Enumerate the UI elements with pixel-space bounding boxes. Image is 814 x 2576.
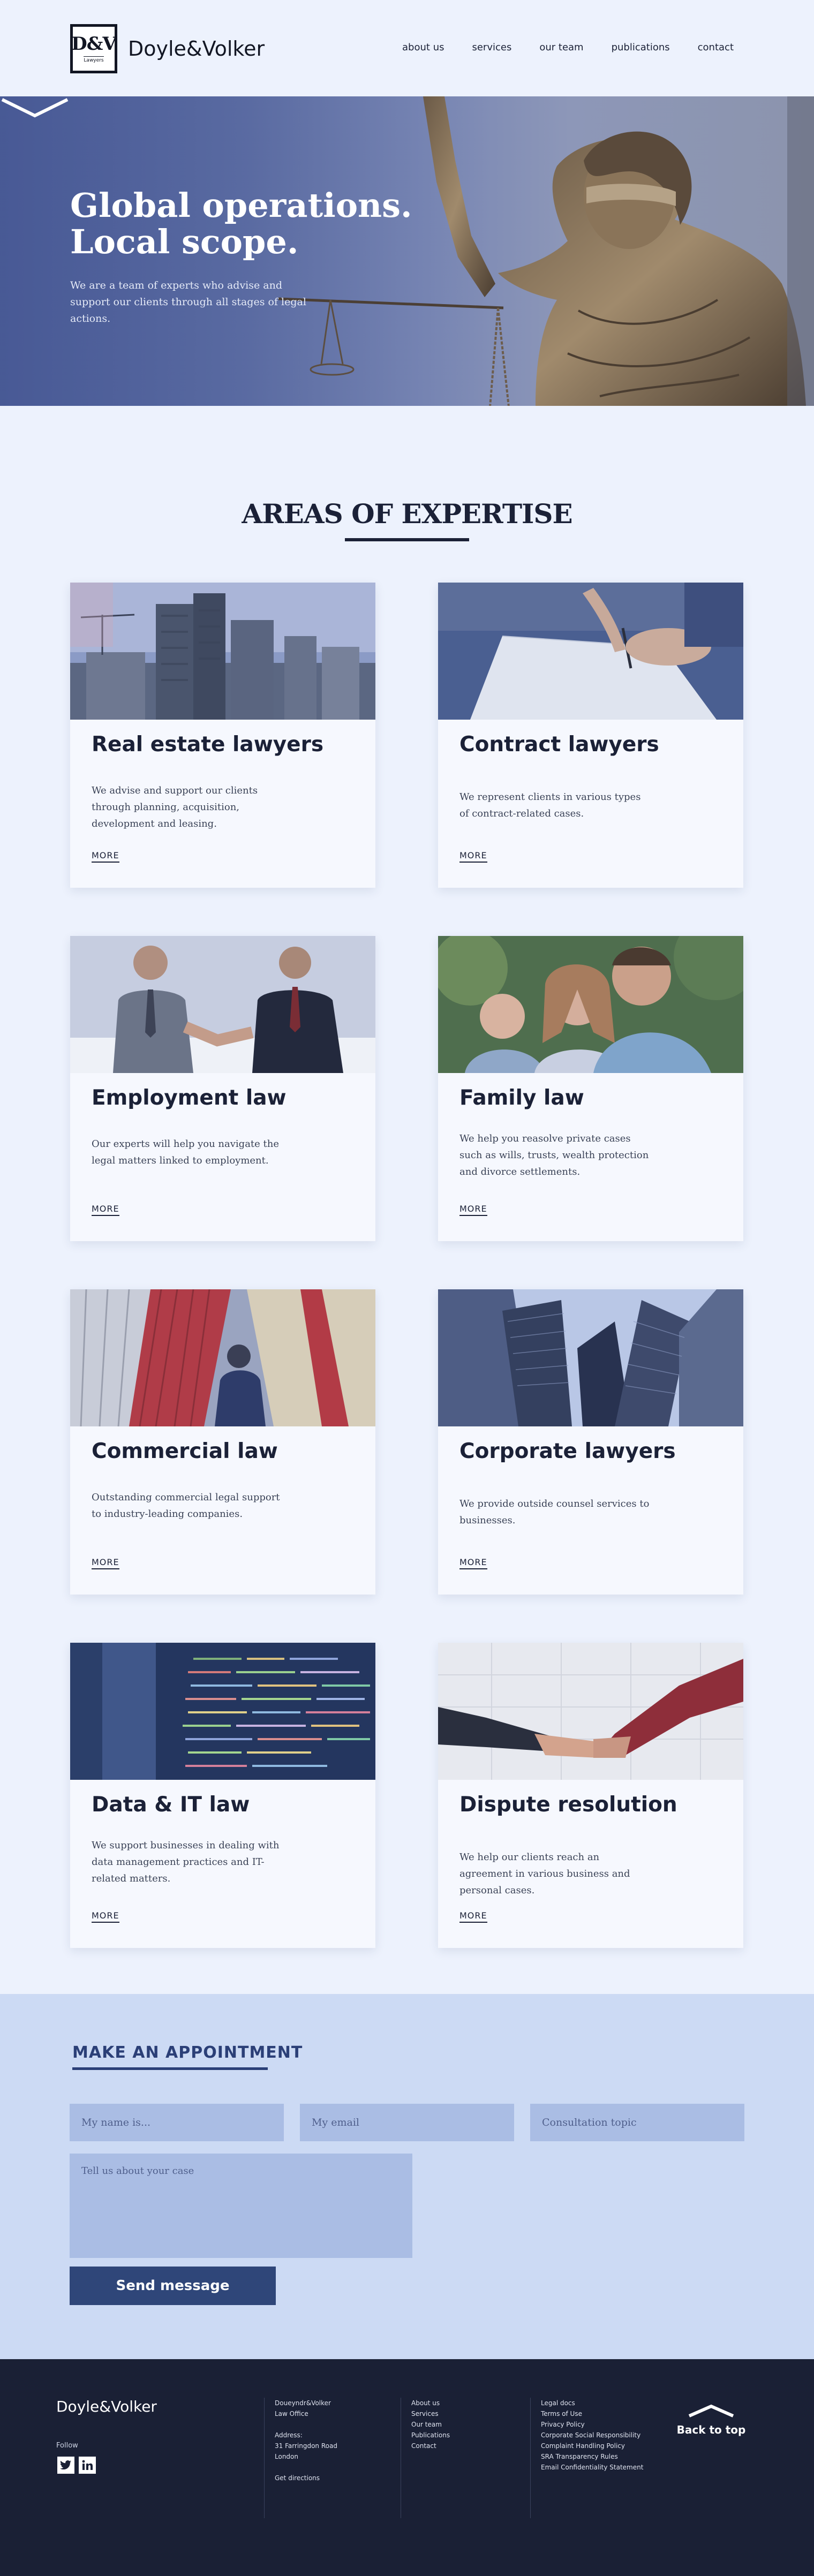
more-link[interactable]: MORE: [92, 1910, 119, 1923]
more-link[interactable]: MORE: [459, 1557, 487, 1569]
site-footer: Doyle&Volker Follow Doueyndr&Volker Law …: [0, 2359, 814, 2576]
legal-link[interactable]: Privacy Policy: [541, 2419, 643, 2430]
email-input[interactable]: My email: [300, 2104, 514, 2141]
nav-our-team[interactable]: our team: [539, 42, 583, 53]
section-underline: [345, 538, 469, 541]
footer-legal: Legal docs Terms of Use Privacy Policy C…: [541, 2398, 643, 2473]
card-title: Employment law: [92, 1086, 287, 1110]
signing-contract-image: [438, 583, 743, 720]
appointment-underline: [72, 2067, 268, 2070]
appointment-section: MAKE AN APPOINTMENT My name is... My ema…: [0, 1994, 814, 2359]
hero-title: Global operations. Local scope.: [70, 186, 412, 261]
card-text: Our experts will help you navigate the l…: [92, 1138, 280, 1166]
footer-links: About us Services Our team Publications …: [411, 2398, 450, 2451]
footer-link-services[interactable]: Services: [411, 2408, 450, 2419]
code-screen-image: [70, 1643, 375, 1780]
business-handshake-image: [70, 936, 375, 1073]
footer-divider: [264, 2398, 265, 2518]
more-link[interactable]: MORE: [459, 1204, 487, 1216]
hero-subtitle: We are a team of experts who advise and …: [70, 279, 306, 324]
family-portrait-image: [438, 936, 743, 1073]
footer-link-publications[interactable]: Publications: [411, 2430, 450, 2441]
site-header: D&V Lawyers Doyle&Volker about us servic…: [0, 0, 814, 96]
card-employment: Employment law Our experts will help you…: [70, 936, 375, 1241]
linkedin-icon[interactable]: [79, 2457, 96, 2474]
construction-site-image: [70, 583, 375, 720]
hero-banner: Global operations. Local scope. We are a…: [0, 96, 814, 406]
card-text: We represent clients in various types of…: [459, 791, 641, 819]
card-text: We help you reasolve private cases such …: [459, 1133, 649, 1177]
logo-mark: D&V Lawyers: [70, 24, 117, 73]
back-to-top-button[interactable]: Back to top: [676, 2403, 747, 2436]
nav-contact[interactable]: contact: [698, 42, 734, 53]
section-title-expertise: AREAS OF EXPERTISE: [242, 498, 572, 530]
footer-link-contact[interactable]: Contact: [411, 2441, 450, 2451]
main-nav: about us services our team publications …: [374, 42, 734, 53]
card-text: We support businesses in dealing with da…: [92, 1840, 280, 1884]
legal-link[interactable]: Email Confidentiality Statement: [541, 2462, 643, 2473]
card-text: We advise and support our clients throug…: [92, 785, 258, 829]
more-link[interactable]: MORE: [459, 1910, 487, 1923]
card-title: Corporate lawyers: [459, 1439, 676, 1463]
chevron-down-icon[interactable]: [0, 96, 70, 120]
legal-link[interactable]: Complaint Handling Policy: [541, 2441, 643, 2451]
footer-office: Doueyndr&Volker Law Office Address: 31 F…: [275, 2398, 337, 2483]
card-dispute: Dispute resolution We help our clients r…: [438, 1643, 743, 1948]
card-corporate: Corporate lawyers We provide outside cou…: [438, 1289, 743, 1595]
legal-docs-heading: Legal docs: [541, 2399, 575, 2407]
footer-link-about[interactable]: About us: [411, 2398, 450, 2408]
follow-label: Follow: [56, 2442, 78, 2450]
card-contract: Contract lawyers We represent clients in…: [438, 583, 743, 888]
card-commercial: Commercial law Outstanding commercial le…: [70, 1289, 375, 1595]
card-title: Data & IT law: [92, 1793, 250, 1817]
footer-link-team[interactable]: Our team: [411, 2419, 450, 2430]
more-link[interactable]: MORE: [459, 850, 487, 863]
legal-link[interactable]: Corporate Social Responsibility: [541, 2430, 643, 2441]
agreement-handshake-image: [438, 1643, 743, 1780]
site-logo[interactable]: D&V Lawyers Doyle&Volker: [70, 24, 265, 73]
appointment-title: MAKE AN APPOINTMENT: [72, 2043, 303, 2062]
nav-publications[interactable]: publications: [612, 42, 670, 53]
card-title: Commercial law: [92, 1439, 278, 1463]
card-data-it: Data & IT law We support businesses in d…: [70, 1643, 375, 1948]
message-textarea[interactable]: Tell us about your case: [70, 2154, 412, 2258]
footer-divider: [530, 2398, 531, 2518]
more-link[interactable]: MORE: [92, 1557, 119, 1569]
card-real-estate: Real estate lawyers We advise and suppor…: [70, 583, 375, 888]
chevron-up-icon: [688, 2404, 734, 2418]
skyscrapers-image: [438, 1289, 743, 1426]
nav-about-us[interactable]: about us: [402, 42, 444, 53]
card-text: Outstanding commercial legal support to …: [92, 1492, 280, 1520]
more-link[interactable]: MORE: [92, 850, 119, 863]
card-title: Real estate lawyers: [92, 732, 324, 757]
footer-logo[interactable]: Doyle&Volker: [56, 2398, 157, 2415]
card-family: Family law We help you reasolve private …: [438, 936, 743, 1241]
twitter-icon[interactable]: [57, 2457, 74, 2474]
topic-input[interactable]: Consultation topic: [530, 2104, 744, 2141]
logo-name: Doyle&Volker: [128, 37, 265, 61]
legal-link[interactable]: Terms of Use: [541, 2408, 643, 2419]
name-input[interactable]: My name is...: [70, 2104, 284, 2141]
card-title: Family law: [459, 1086, 584, 1110]
card-text: We provide outside counsel services to b…: [459, 1498, 650, 1526]
card-title: Contract lawyers: [459, 732, 659, 757]
shipping-containers-image: [70, 1289, 375, 1426]
send-message-button[interactable]: Send message: [70, 2267, 276, 2305]
nav-services[interactable]: services: [472, 42, 511, 53]
get-directions-link[interactable]: Get directions: [275, 2473, 337, 2483]
card-title: Dispute resolution: [459, 1793, 677, 1817]
card-text: We help our clients reach an agreement i…: [459, 1852, 630, 1896]
legal-link[interactable]: SRA Transparency Rules: [541, 2451, 643, 2462]
more-link[interactable]: MORE: [92, 1204, 119, 1216]
